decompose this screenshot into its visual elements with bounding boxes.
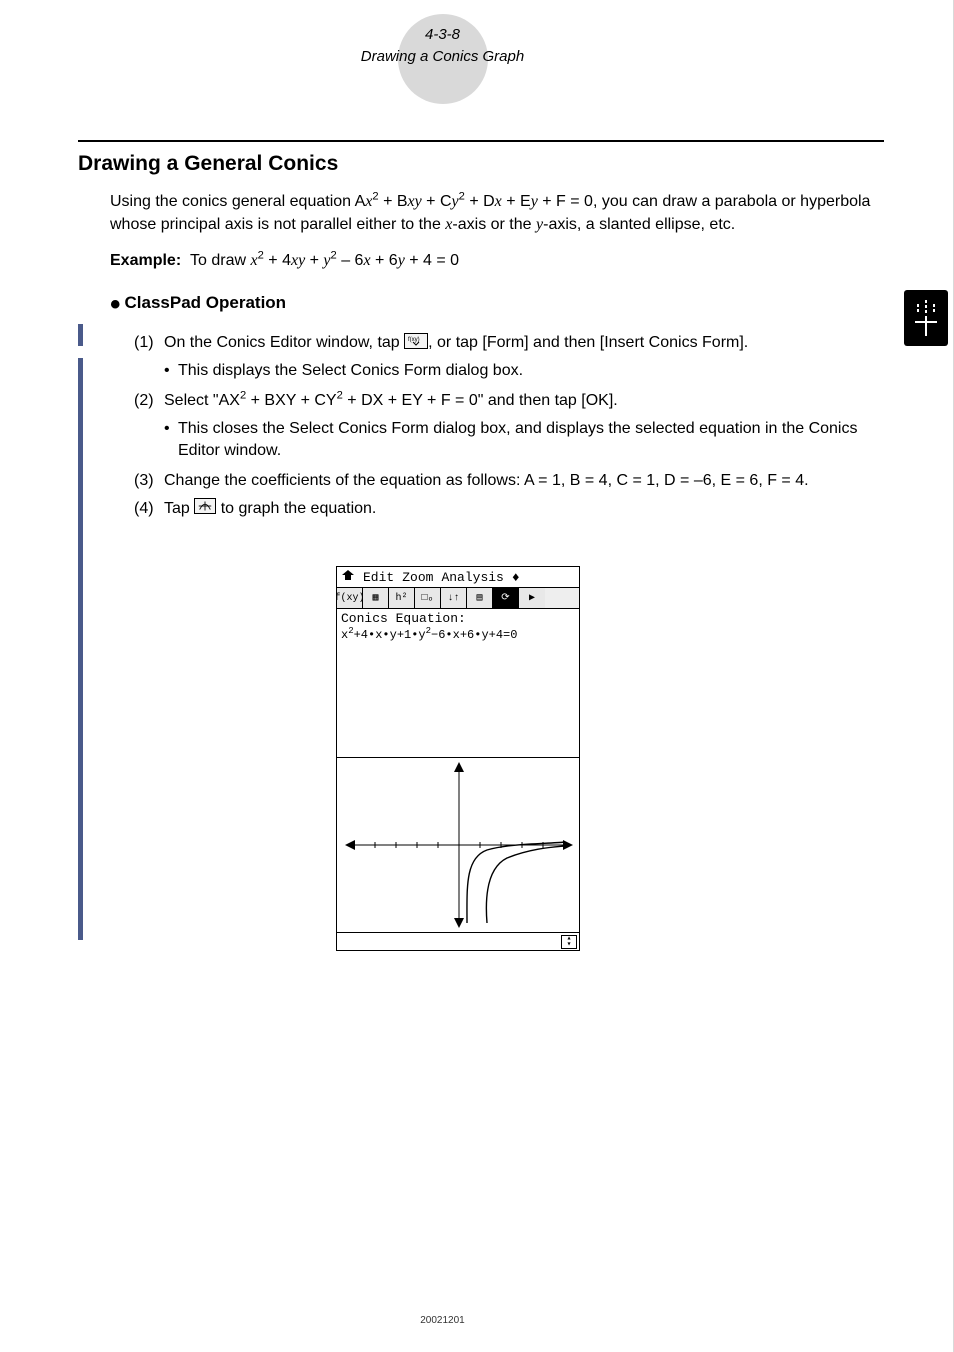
sub-bullet-icon: •	[164, 360, 178, 382]
ss-blank-area	[337, 648, 579, 758]
step-1-num: (1)	[134, 332, 164, 354]
ss-graph-area	[337, 758, 579, 932]
ss-menu-appicon	[341, 569, 355, 585]
step-2-sub-text: This closes the Select Conics Form dialo…	[178, 418, 884, 462]
ss-tb-6: ⟳	[493, 588, 519, 608]
step-2-sub: • This closes the Select Conics Form dia…	[164, 418, 884, 462]
step-1-text: On the Conics Editor window, tap f(xy), …	[164, 332, 884, 354]
ss-tb-4: ↓↑	[441, 588, 467, 608]
example-label: Example:	[110, 252, 181, 269]
ss-tb-2: h²	[389, 588, 415, 608]
steps-list: (1) On the Conics Editor window, tap f(x…	[134, 332, 884, 520]
calculator-screenshot: Edit Zoom Analysis ♦ f(xy) ▦ h² □ₒ ↓↑ ▤ …	[336, 566, 580, 951]
step-4-text: Tap to graph the equation.	[164, 498, 884, 520]
step-4: (4) Tap to graph the equation.	[134, 498, 884, 520]
header-subtitle: Drawing a Conics Graph	[0, 46, 885, 68]
ss-status-icon: ▴▾	[561, 935, 577, 949]
content-column: Drawing a General Conics Using the conic…	[78, 140, 884, 526]
example-line: Example: To draw x2 + 4xy + y2 – 6x + 6y…	[110, 252, 884, 270]
intro-text: Using the conics general equation Ax2 + …	[110, 193, 870, 233]
ss-equation: x2+4•x•y+1•y2−6•x+6•y+4=0	[337, 626, 579, 648]
ss-menu-zoom: Zoom	[402, 570, 433, 585]
sub-bullet-icon: •	[164, 418, 178, 462]
step-2-text: Select "AX2 + BXY + CY2 + DX + EY + F = …	[164, 390, 884, 412]
ss-tb-5: ▤	[467, 588, 493, 608]
ss-menu-more: ♦	[512, 570, 520, 585]
ss-toolbar: f(xy) ▦ h² □ₒ ↓↑ ▤ ⟳ ▶	[337, 588, 579, 609]
step-3-num: (3)	[134, 470, 164, 492]
form-icon: f(xy)	[404, 333, 428, 349]
ss-tb-3: □ₒ	[415, 588, 441, 608]
example-body: To draw x2 + 4xy + y2 – 6x + 6y + 4 = 0	[190, 252, 459, 269]
step-2-num: (2)	[134, 390, 164, 412]
operation-heading-text: ClassPad Operation	[125, 293, 287, 312]
graph-icon	[194, 498, 216, 514]
operation-heading: •ClassPad Operation	[110, 288, 884, 322]
bullet-icon: •	[110, 288, 121, 321]
side-tab-icon	[904, 290, 948, 346]
step-3: (3) Change the coefficients of the equat…	[134, 470, 884, 492]
svg-text:f(xy): f(xy)	[408, 337, 420, 343]
ss-eq-label: Conics Equation:	[337, 609, 579, 626]
page: 4-3-8 Drawing a Conics Graph Drawing a G…	[0, 0, 954, 1352]
footer-code: 20021201	[0, 1315, 885, 1326]
step-1-sub-text: This displays the Select Conics Form dia…	[178, 360, 884, 382]
header-text: 4-3-8 Drawing a Conics Graph	[0, 24, 885, 68]
header-page-ref: 4-3-8	[0, 24, 885, 46]
page-header: 4-3-8 Drawing a Conics Graph	[0, 24, 885, 68]
ss-tb-7: ▶	[519, 588, 545, 608]
step-1: (1) On the Conics Editor window, tap f(x…	[134, 332, 884, 354]
intro-paragraph: Using the conics general equation Ax2 + …	[110, 190, 884, 236]
ss-menu-edit: Edit	[363, 570, 394, 585]
section-heading: Drawing a General Conics	[78, 152, 884, 176]
ss-tb-0: f(xy)	[337, 588, 363, 608]
ss-menu-analysis: Analysis	[441, 570, 503, 585]
step-2: (2) Select "AX2 + BXY + CY2 + DX + EY + …	[134, 390, 884, 412]
step-4-num: (4)	[134, 498, 164, 520]
ss-tb-1: ▦	[363, 588, 389, 608]
ss-statusbar: ▴▾	[337, 932, 579, 950]
horizontal-rule	[78, 140, 884, 142]
step-3-text: Change the coefficients of the equation …	[164, 470, 884, 492]
step-1-sub: • This displays the Select Conics Form d…	[164, 360, 884, 382]
ss-menubar: Edit Zoom Analysis ♦	[337, 567, 579, 588]
